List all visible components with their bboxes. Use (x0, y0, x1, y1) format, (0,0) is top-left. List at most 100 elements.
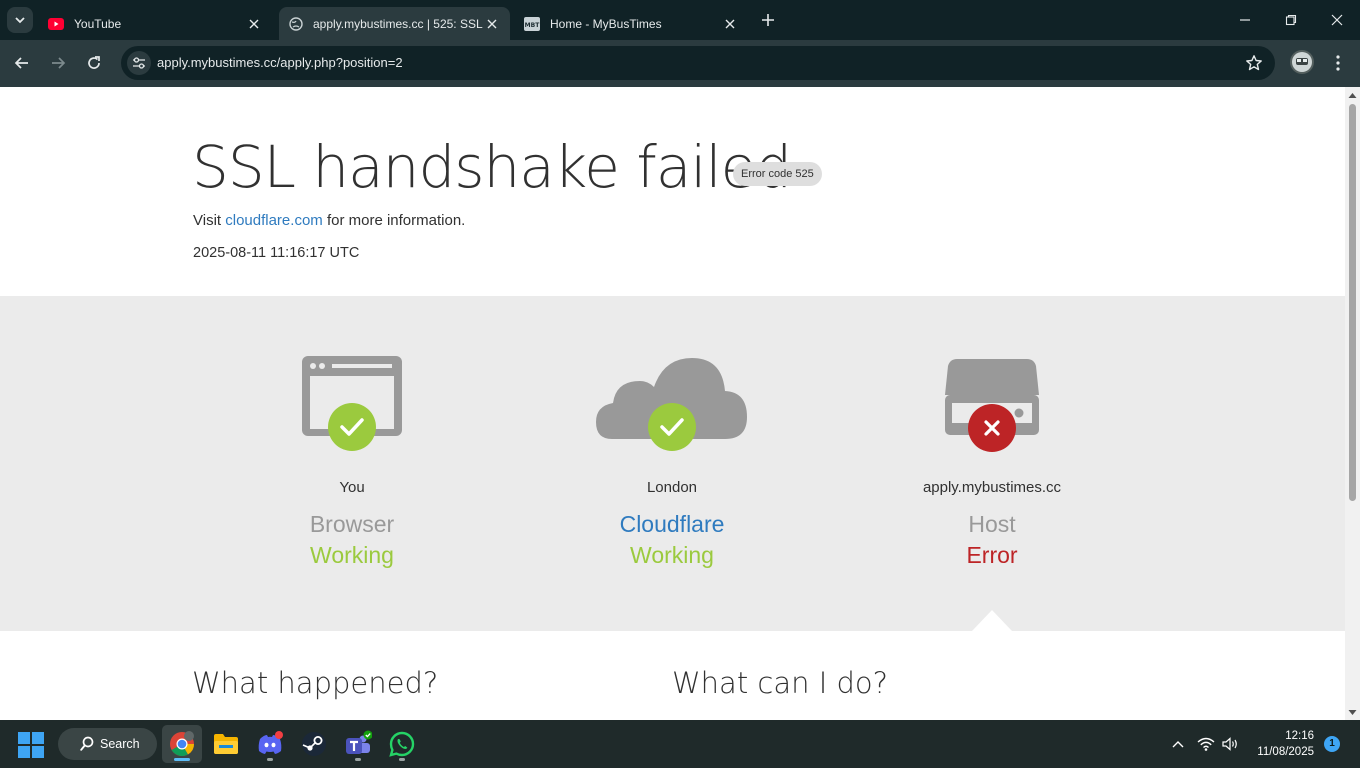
tab-mybustimes[interactable]: MBT Home - MyBusTimes (514, 7, 748, 40)
windows-start-icon[interactable] (18, 732, 44, 758)
tab-title: YouTube (74, 16, 122, 31)
avatar-icon (1292, 52, 1312, 72)
plus-icon (762, 14, 774, 26)
taskbar-file-explorer[interactable] (206, 725, 246, 763)
close-icon[interactable] (246, 16, 262, 32)
notification-badge[interactable]: 1 (1324, 736, 1340, 752)
cloudflare-link[interactable]: cloudflare.com (225, 212, 323, 229)
site-info-button[interactable] (127, 51, 151, 75)
error-header: SSL handshake failed Error code 525 Visi… (0, 87, 1345, 296)
wifi-icon (1197, 737, 1215, 751)
new-tab-button[interactable] (756, 9, 780, 31)
status-name-link[interactable]: Cloudflare (512, 511, 832, 538)
close-icon[interactable] (722, 16, 738, 32)
status-browser: You Browser Working (192, 296, 512, 631)
taskbar-steam[interactable] (294, 725, 334, 763)
visit-suffix: for more information. (322, 212, 466, 229)
browser-toolbar: apply.mybustimes.cc/apply.php?position=2 (0, 40, 1360, 87)
browser-menu-button[interactable] (1328, 51, 1348, 75)
url-text[interactable]: apply.mybustimes.cc/apply.php?position=2 (157, 55, 403, 70)
youtube-icon (48, 17, 64, 30)
status-name: Host (968, 511, 1016, 537)
more-vertical-icon (1336, 55, 1340, 71)
back-button[interactable] (10, 51, 34, 75)
close-window-button[interactable] (1314, 0, 1360, 40)
svg-text:MBT: MBT (525, 22, 540, 29)
page-title: SSL handshake failed (192, 133, 792, 201)
visit-prefix: Visit (193, 212, 226, 229)
whatsapp-icon (389, 731, 415, 757)
minimize-icon (1240, 19, 1250, 21)
scroll-up-icon[interactable] (1348, 91, 1357, 100)
restore-button[interactable] (1268, 0, 1314, 40)
page-scrollbar[interactable] (1345, 87, 1360, 720)
info-section: What happened? What can I do? (0, 631, 1345, 720)
tune-icon (133, 57, 145, 69)
wifi-tray[interactable] (1196, 734, 1216, 754)
browser-icon (302, 356, 402, 451)
scroll-down-icon[interactable] (1348, 708, 1357, 717)
active-indicator (174, 758, 190, 761)
discord-icon (258, 731, 283, 754)
cloud-icon (596, 358, 747, 451)
globe-icon (289, 16, 303, 31)
status-pointer (972, 610, 1012, 631)
status-name: Browser (309, 511, 395, 537)
restore-icon (1285, 14, 1297, 26)
arrow-left-icon (14, 57, 28, 69)
taskbar-search[interactable]: Search (58, 728, 157, 760)
page-viewport: SSL handshake failed Error code 525 Visi… (0, 87, 1345, 720)
running-indicator (355, 758, 361, 761)
scroll-thumb[interactable] (1349, 104, 1356, 501)
tab-title: Home - MyBusTimes (550, 16, 662, 31)
file-explorer-icon (214, 734, 238, 754)
teams-icon (346, 730, 372, 754)
status-diagram: You Browser Working London Cloudflare Wo… (0, 296, 1345, 631)
running-indicator (399, 758, 405, 761)
tab-ssl-error[interactable]: apply.mybustimes.cc | 525: SSL (279, 7, 510, 40)
status-state-error: Error (966, 542, 1018, 568)
minimize-button[interactable] (1222, 0, 1268, 40)
address-bar[interactable]: apply.mybustimes.cc/apply.php?position=2 (121, 46, 1275, 80)
volume-icon (1222, 737, 1237, 751)
close-icon[interactable] (484, 16, 500, 32)
chevron-up-icon (1172, 741, 1184, 748)
what-can-i-do-heading: What can I do? (672, 666, 889, 700)
taskbar-discord[interactable] (250, 725, 290, 763)
chrome-icon (170, 731, 194, 757)
taskbar-teams[interactable] (338, 725, 378, 763)
chevron-down-icon (15, 17, 25, 24)
volume-tray[interactable] (1221, 734, 1241, 754)
search-label: Search (100, 737, 140, 751)
error-timestamp: 2025-08-11 11:16:17 UTC (193, 245, 360, 261)
reload-button[interactable] (82, 51, 106, 75)
system-clock[interactable]: 12:16 11/08/2025 (1248, 728, 1314, 760)
taskbar-whatsapp[interactable] (382, 725, 422, 763)
tab-youtube[interactable]: YouTube (38, 7, 272, 40)
taskbar-chrome[interactable] (162, 725, 202, 763)
clock-date: 11/08/2025 (1257, 746, 1314, 758)
tab-title: apply.mybustimes.cc | 525: SSL (313, 16, 483, 31)
show-hidden-icons-button[interactable] (1168, 734, 1188, 754)
visit-line: Visit cloudflare.com for more informatio… (193, 212, 465, 229)
steam-icon (302, 732, 326, 756)
mbt-icon: MBT (524, 16, 540, 31)
status-host: apply.mybustimes.cc Host Error (832, 296, 1152, 631)
status-location: London (646, 479, 698, 496)
tab-search-button[interactable] (7, 7, 33, 33)
search-icon (80, 736, 94, 751)
status-location: apply.mybustimes.cc (922, 479, 1062, 496)
error-code-badge: Error code 525 (733, 162, 822, 186)
status-cloudflare: London Cloudflare Working (512, 296, 832, 631)
what-happened-heading: What happened? (192, 666, 439, 700)
profile-avatar[interactable] (1290, 50, 1314, 74)
server-icon (945, 359, 1039, 452)
windows-taskbar: Search 12:16 11/08/2025 1 (0, 720, 1360, 768)
status-state: Working (630, 542, 714, 568)
arrow-right-icon (52, 57, 66, 69)
bookmark-star-icon[interactable] (1245, 54, 1263, 76)
forward-button[interactable] (46, 51, 70, 75)
clock-time: 12:16 (1285, 730, 1314, 742)
reload-icon (88, 56, 100, 69)
running-indicator (267, 758, 273, 761)
